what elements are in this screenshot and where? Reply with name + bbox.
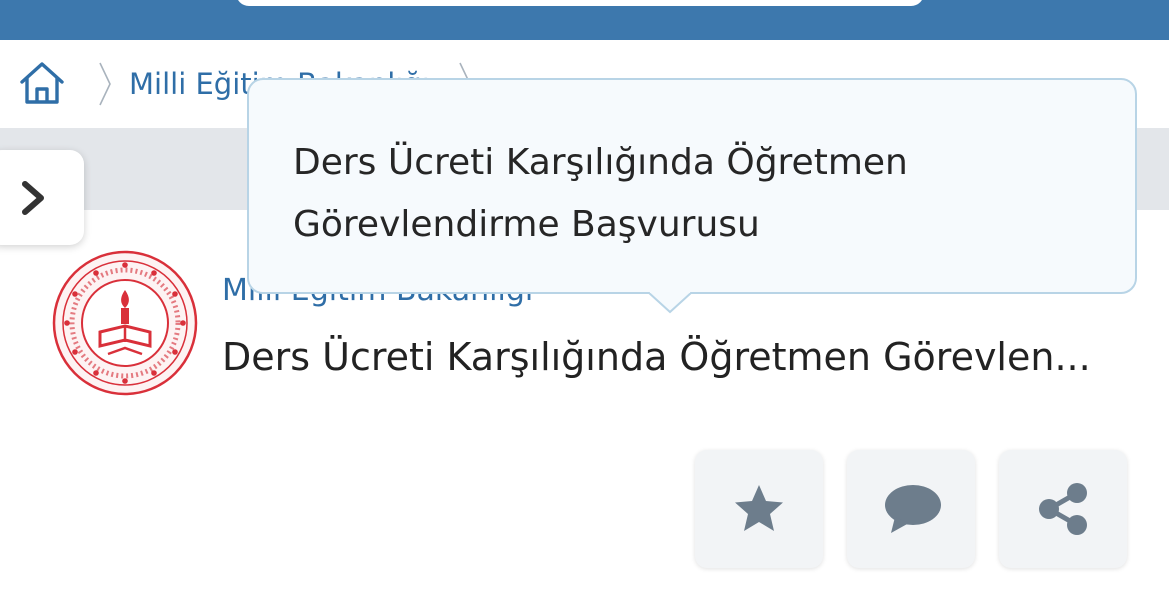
comment-button[interactable] [847,450,975,568]
tooltip-line: Görevlendirme Başvurusu [293,204,760,245]
title-tooltip: Ders Ücreti Karşılığında Öğretmen Görevl… [247,78,1137,294]
service-title: Ders Ücreti Karşılığında Öğretmen Görevl… [222,335,1091,379]
star-icon [735,485,783,531]
tooltip-line: Ders Ücreti Karşılığında Öğretmen [293,142,908,183]
comment-icon [885,485,941,533]
top-header [0,0,1169,40]
search-input[interactable] [236,0,924,6]
share-button[interactable] [999,450,1127,568]
tooltip-text: Ders Ücreti Karşılığında Öğretmen Görevl… [293,132,1013,256]
sidebar-toggle-button[interactable] [0,150,84,245]
favorite-button[interactable] [695,450,823,568]
home-icon[interactable] [18,60,66,106]
share-icon [1039,483,1087,535]
chevron-right-icon [22,181,44,215]
meb-logo [52,250,198,396]
breadcrumb-separator-icon [99,62,111,106]
tooltip-arrow [648,292,692,314]
